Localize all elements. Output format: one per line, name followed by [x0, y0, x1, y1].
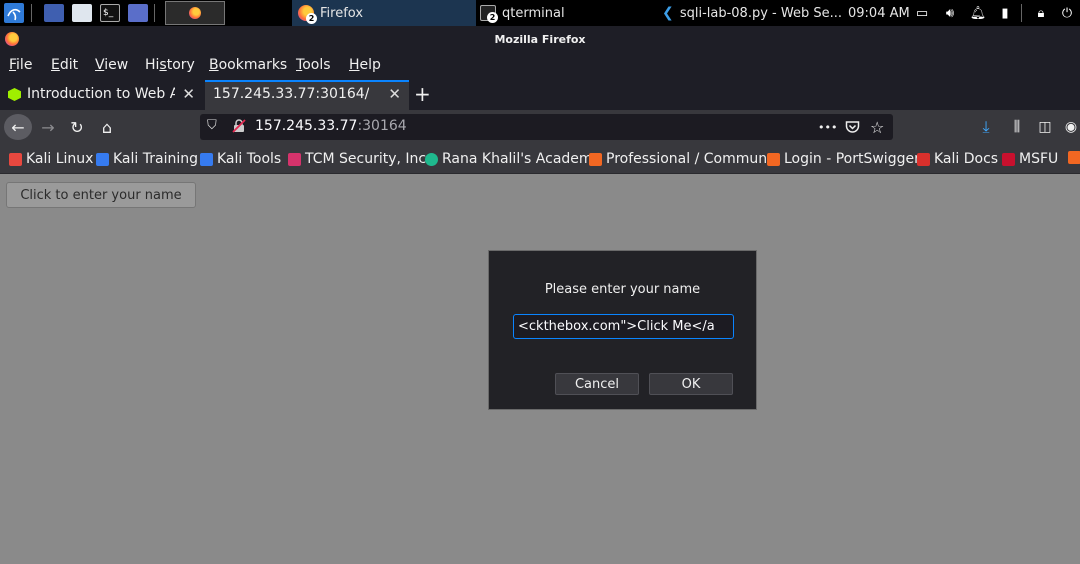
- bookmark-kali-linux[interactable]: Kali Linux: [9, 151, 93, 167]
- clock[interactable]: 09:04 AM: [848, 0, 910, 26]
- downloads-button[interactable]: ⤓: [977, 114, 995, 140]
- url-bar[interactable]: ⛉ 157.245.33.77:30164 ••• ☆: [200, 114, 893, 140]
- menu-bar: File Edit View History Bookmarks Tools H…: [0, 52, 1080, 80]
- tcm-security-icon: [288, 152, 301, 166]
- sidebar-icon: ◫: [1038, 119, 1052, 135]
- kali-menu-icon[interactable]: [3, 0, 25, 26]
- show-desktop-icon[interactable]: [44, 4, 64, 22]
- kali-docs-icon: [917, 152, 930, 166]
- dialog-message: Please enter your name: [544, 282, 701, 297]
- sidebar-button[interactable]: ◫: [1035, 114, 1055, 140]
- terminal-icon: 2: [480, 5, 498, 23]
- power-icon[interactable]: ⏻: [1056, 0, 1078, 26]
- prompt-dialog: Please enter your name Cancel OK: [488, 250, 757, 410]
- workspace-thumbnail[interactable]: [165, 1, 225, 25]
- menu-history[interactable]: History: [145, 57, 195, 73]
- os-taskbar: $_ 2 Firefox 2 qterminal ❮ sqli-lab-08.p…: [0, 0, 1080, 26]
- enter-name-button[interactable]: Click to enter your name: [6, 182, 196, 208]
- window-count-badge: 2: [306, 13, 317, 24]
- kali-dragon-icon: [9, 152, 22, 166]
- bookmarks-overflow-icon[interactable]: [1068, 151, 1080, 164]
- account-button[interactable]: ◉: [1062, 114, 1080, 140]
- bookmark-rana-khalil[interactable]: Rana Khalil's Academy: [425, 151, 601, 167]
- display-icon[interactable]: ▭: [911, 0, 933, 26]
- task-label: Firefox: [320, 5, 364, 21]
- hackthebox-icon: [8, 88, 21, 101]
- ok-button[interactable]: OK: [649, 373, 733, 395]
- tab-label: Introduction to Web Applic: [27, 86, 175, 102]
- shield-icon[interactable]: ⛉: [207, 118, 217, 133]
- forward-button[interactable]: →: [38, 114, 58, 140]
- notification-bell-icon[interactable]: 🔔︎: [967, 0, 989, 26]
- tab-strip: Introduction to Web Applic ✕ 157.245.33.…: [0, 80, 1080, 110]
- tab-intro-web-apps[interactable]: Introduction to Web Applic ✕: [0, 80, 203, 110]
- taskbar-task-firefox[interactable]: 2 Firefox: [292, 0, 476, 26]
- reload-button[interactable]: ↻: [66, 114, 88, 140]
- home-icon: ⌂: [101, 117, 113, 137]
- taskbar-separator: [154, 4, 155, 22]
- rana-khalil-icon: [425, 152, 438, 166]
- msfu-icon: [1002, 152, 1015, 166]
- menu-view[interactable]: View: [95, 57, 128, 73]
- window-count-badge: 2: [487, 12, 498, 23]
- vscode-icon: ❮: [662, 5, 674, 21]
- terminal-icon[interactable]: $_: [100, 4, 120, 22]
- cancel-button[interactable]: Cancel: [555, 373, 639, 395]
- bookmark-professional-community[interactable]: Professional / Commun...: [589, 151, 780, 167]
- bookmarks-toolbar: Kali Linux Kali Training Kali Tools TCM …: [0, 144, 1080, 174]
- kali-tools-icon: [200, 152, 213, 166]
- bookmark-kali-training[interactable]: Kali Training: [96, 151, 198, 167]
- menu-file[interactable]: File: [9, 57, 32, 73]
- taskbar-separator: [31, 4, 32, 22]
- page-actions-menu-icon[interactable]: •••: [818, 114, 837, 140]
- tab-current-site[interactable]: 157.245.33.77:30164/ ✕: [205, 80, 409, 110]
- bookmark-kali-docs[interactable]: Kali Docs: [917, 151, 998, 167]
- bookmark-star-icon[interactable]: ☆: [870, 114, 884, 140]
- close-tab-icon[interactable]: ✕: [388, 85, 401, 103]
- url-text: 157.245.33.77:30164: [255, 118, 407, 134]
- pocket-icon[interactable]: [845, 114, 860, 140]
- tab-label: 157.245.33.77:30164/: [213, 86, 370, 102]
- back-button[interactable]: ←: [4, 114, 32, 140]
- portswigger-icon: [589, 152, 602, 166]
- menu-edit[interactable]: Edit: [51, 57, 78, 73]
- name-input[interactable]: [513, 314, 734, 339]
- bookmark-login-portswigger[interactable]: Login - PortSwigger: [767, 151, 920, 167]
- lock-icon[interactable]: 🔒︎: [1030, 0, 1052, 26]
- firefox-icon: [189, 7, 201, 19]
- portswigger-icon: [767, 152, 780, 166]
- firefox-icon: [5, 32, 19, 46]
- taskbar-task-vscode[interactable]: ❮ sqli-lab-08.py - Web Se...: [656, 0, 842, 26]
- task-label: sqli-lab-08.py - Web Se...: [679, 5, 842, 21]
- arrow-right-icon: →: [41, 117, 55, 137]
- window-title: Mozilla Firefox: [494, 32, 586, 46]
- volume-icon[interactable]: 🔊︎: [939, 0, 961, 26]
- new-tab-button[interactable]: +: [414, 82, 431, 106]
- kali-training-icon: [96, 152, 109, 166]
- menu-bookmarks[interactable]: Bookmarks: [209, 57, 287, 73]
- task-label: qterminal: [502, 5, 565, 21]
- reload-icon: ↻: [70, 117, 84, 137]
- library-icon: ⫼: [1013, 119, 1021, 135]
- file-manager-icon[interactable]: [72, 4, 92, 22]
- screen-recorder-icon[interactable]: [128, 4, 148, 22]
- window-titlebar: Mozilla Firefox: [0, 26, 1080, 52]
- arrow-left-icon: ←: [11, 117, 25, 137]
- menu-tools[interactable]: Tools: [296, 57, 331, 73]
- home-button[interactable]: ⌂: [96, 114, 118, 140]
- insecure-lock-icon[interactable]: [232, 119, 246, 133]
- battery-icon[interactable]: ▮: [994, 0, 1016, 26]
- taskbar-task-qterminal[interactable]: 2 qterminal: [474, 0, 654, 26]
- close-tab-icon[interactable]: ✕: [182, 85, 195, 103]
- taskbar-separator: [1021, 4, 1022, 22]
- library-button[interactable]: ⫼: [1007, 114, 1027, 140]
- navigation-toolbar: ← → ↻ ⌂ ⛉ 157.245.33.77:30164 ••• ☆ ⤓ ⫼ …: [0, 110, 1080, 144]
- account-icon: ◉: [1064, 119, 1078, 135]
- firefox-icon: 2: [298, 5, 317, 24]
- bookmark-kali-tools[interactable]: Kali Tools: [200, 151, 281, 167]
- bookmark-msfu[interactable]: MSFU: [1002, 151, 1058, 167]
- menu-help[interactable]: Help: [349, 57, 381, 73]
- bookmark-tcm-security[interactable]: TCM Security, Inc.: [288, 151, 431, 167]
- download-arrow-icon: ⤓: [982, 117, 990, 136]
